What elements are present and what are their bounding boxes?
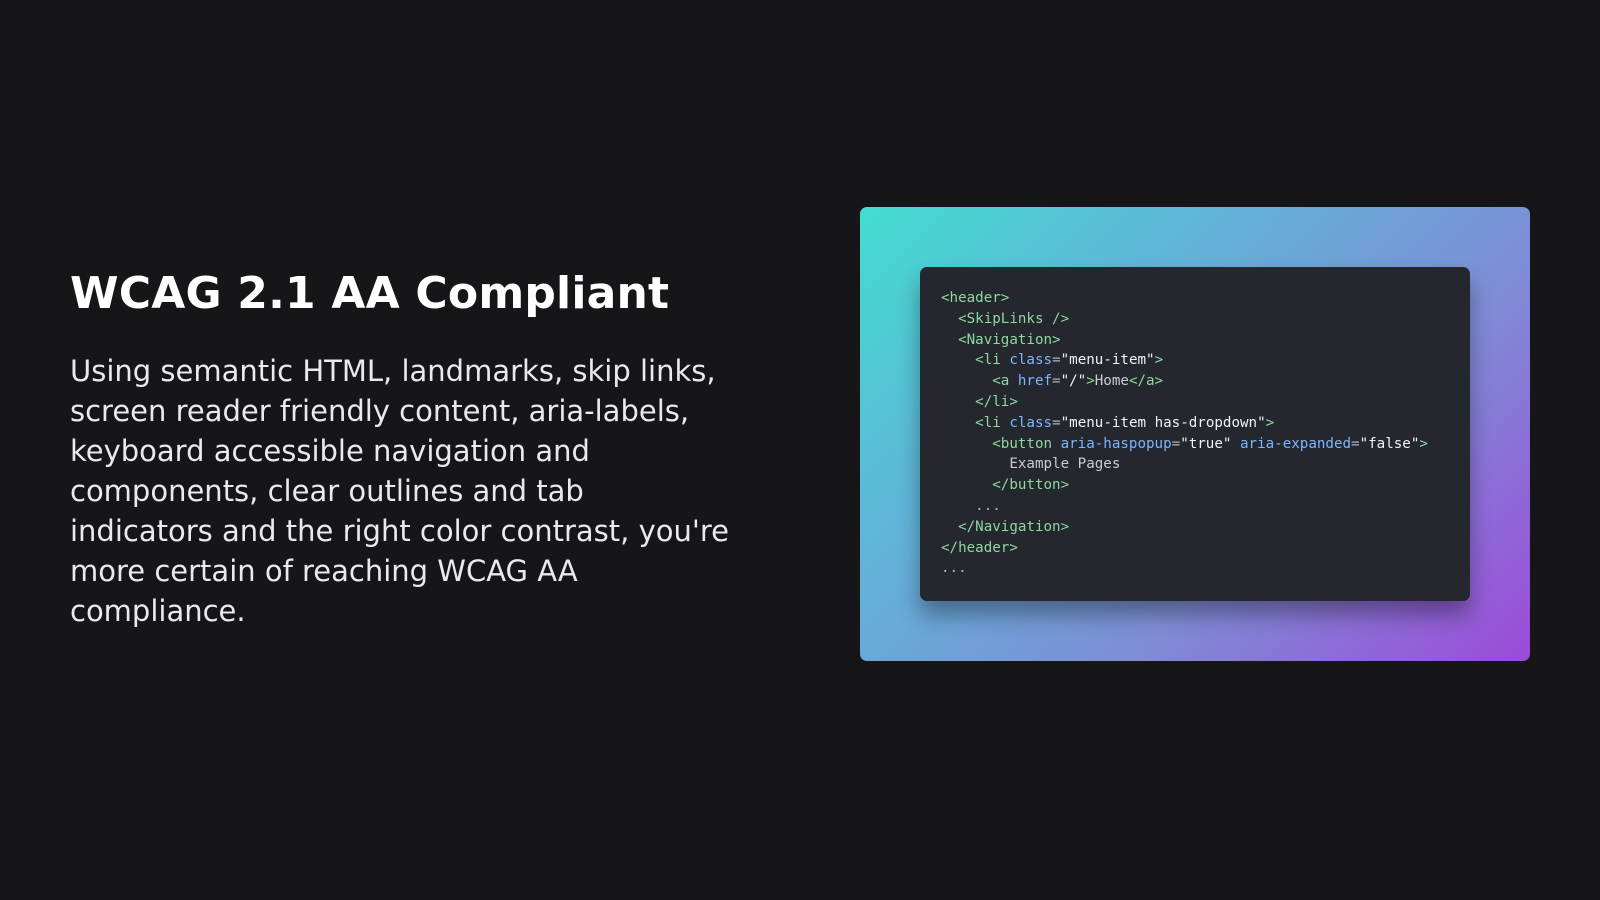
code-token: <li <box>975 414 1010 431</box>
code-token: "menu-item has-dropdown" <box>1060 414 1266 431</box>
code-token: </header> <box>941 539 1018 556</box>
code-line: ... <box>941 496 1450 517</box>
code-line: <SkipLinks /> <box>941 309 1450 330</box>
code-token: = <box>1052 414 1061 431</box>
code-token: "false" <box>1359 435 1420 452</box>
code-line: </header> <box>941 538 1450 559</box>
code-block: <header> <SkipLinks /> <Navigation> <li … <box>941 288 1450 579</box>
code-line: <Navigation> <box>941 330 1450 351</box>
code-token: </li> <box>975 393 1018 410</box>
code-token: <a <box>992 373 1018 390</box>
code-token: "/" <box>1060 373 1087 390</box>
code-token: ... <box>941 560 967 577</box>
code-token: href <box>1017 373 1053 390</box>
code-token: <SkipLinks /> <box>958 310 1070 327</box>
code-token: <Navigation> <box>958 331 1061 348</box>
code-line: <li class="menu-item has-dropdown"> <box>941 413 1450 434</box>
code-token: = <box>1052 373 1061 390</box>
code-token: = <box>1052 352 1061 369</box>
code-token: > <box>1265 414 1275 431</box>
feature-title: WCAG 2.1 AA Compliant <box>70 268 670 319</box>
code-token: = <box>1171 435 1181 452</box>
code-token: <header> <box>941 290 1010 306</box>
code-line: Example Pages <box>941 454 1450 475</box>
code-token: class <box>1009 352 1053 369</box>
code-line: <a href="/">Home</a> <box>941 371 1450 392</box>
code-token: aria-haspopup <box>1060 435 1172 452</box>
code-token: </button> <box>992 477 1070 494</box>
code-token: class <box>1009 414 1053 431</box>
code-token: "true" <box>1180 435 1232 452</box>
code-window: <header> <SkipLinks /> <Navigation> <li … <box>920 267 1470 601</box>
code-line: <button aria-haspopup="true" aria-expand… <box>941 434 1450 455</box>
feature-text-block: WCAG 2.1 AA Compliant Using semantic HTM… <box>70 268 730 631</box>
code-line: </li> <box>941 392 1450 413</box>
code-token: "menu-item" <box>1060 352 1155 369</box>
code-token: > <box>1154 352 1164 369</box>
code-token: <li <box>975 352 1010 369</box>
code-token: <button <box>992 435 1061 452</box>
code-showcase-frame: <header> <SkipLinks /> <Navigation> <li … <box>860 207 1530 661</box>
code-token: > <box>1419 435 1428 452</box>
code-line: <li class="menu-item"> <box>941 350 1450 371</box>
code-token: > <box>1086 373 1095 390</box>
code-line: </button> <box>941 475 1450 496</box>
code-token: Home <box>1094 373 1129 390</box>
feature-description: Using semantic HTML, landmarks, skip lin… <box>70 353 729 628</box>
code-token: = <box>1351 435 1360 452</box>
code-line: <header> <box>941 288 1450 309</box>
code-line: </Navigation> <box>941 517 1450 538</box>
code-token: </Navigation> <box>958 518 1070 535</box>
code-token: </a> <box>1128 373 1164 390</box>
code-token: aria-expanded <box>1239 435 1352 452</box>
code-token: ... <box>975 497 1001 514</box>
code-token: Example Pages <box>1009 456 1121 473</box>
code-line: ... <box>941 558 1450 579</box>
